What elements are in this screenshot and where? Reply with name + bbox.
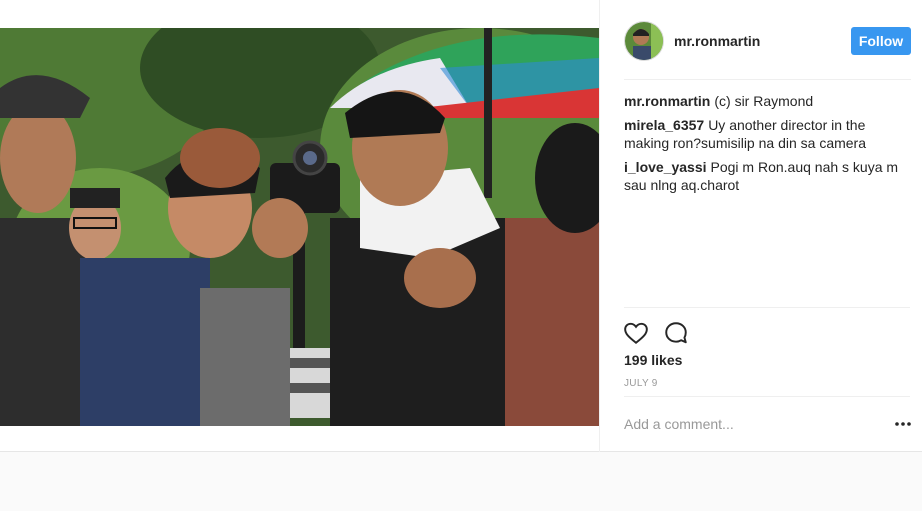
post-date[interactable]: JULY 9: [624, 378, 658, 389]
ellipsis-icon: [895, 422, 911, 426]
header-divider: [624, 79, 911, 80]
instagram-post: mr.ronmartin Follow mr.ronmartin (c) sir …: [0, 0, 922, 452]
post-photo[interactable]: [0, 28, 599, 426]
comment-list: mr.ronmartin (c) sir Raymond mirela_6357 U…: [624, 92, 914, 200]
like-button[interactable]: [623, 320, 649, 346]
comment-divider: [624, 396, 910, 397]
post-sidebar: mr.ronmartin Follow mr.ronmartin (c) sir …: [599, 0, 922, 452]
add-comment-input[interactable]: [624, 412, 874, 436]
comment-item: mirela_6357 Uy another director in the ma…: [624, 116, 914, 152]
comment-username[interactable]: mr.ronmartin: [624, 93, 710, 109]
post-header: mr.ronmartin Follow: [600, 0, 922, 80]
photo-illustration: [0, 28, 599, 426]
username-link[interactable]: mr.ronmartin: [674, 33, 760, 49]
avatar[interactable]: [624, 21, 664, 61]
heart-icon: [624, 322, 648, 344]
more-options-button[interactable]: [894, 415, 912, 433]
comment-username[interactable]: i_love_yassi: [624, 159, 707, 175]
speech-bubble-icon: [665, 322, 687, 344]
comment-button[interactable]: [663, 320, 689, 346]
likes-count[interactable]: 199 likes: [624, 352, 682, 368]
comment-item: i_love_yassi Pogi m Ron.auq nah s kuya m …: [624, 158, 914, 194]
follow-button[interactable]: Follow: [851, 27, 911, 55]
actions-divider: [624, 307, 910, 308]
avatar-image: [625, 22, 663, 60]
comment-username[interactable]: mirela_6357: [624, 117, 704, 133]
comment-text: (c) sir Raymond: [714, 93, 814, 109]
comment-item: mr.ronmartin (c) sir Raymond: [624, 92, 914, 110]
